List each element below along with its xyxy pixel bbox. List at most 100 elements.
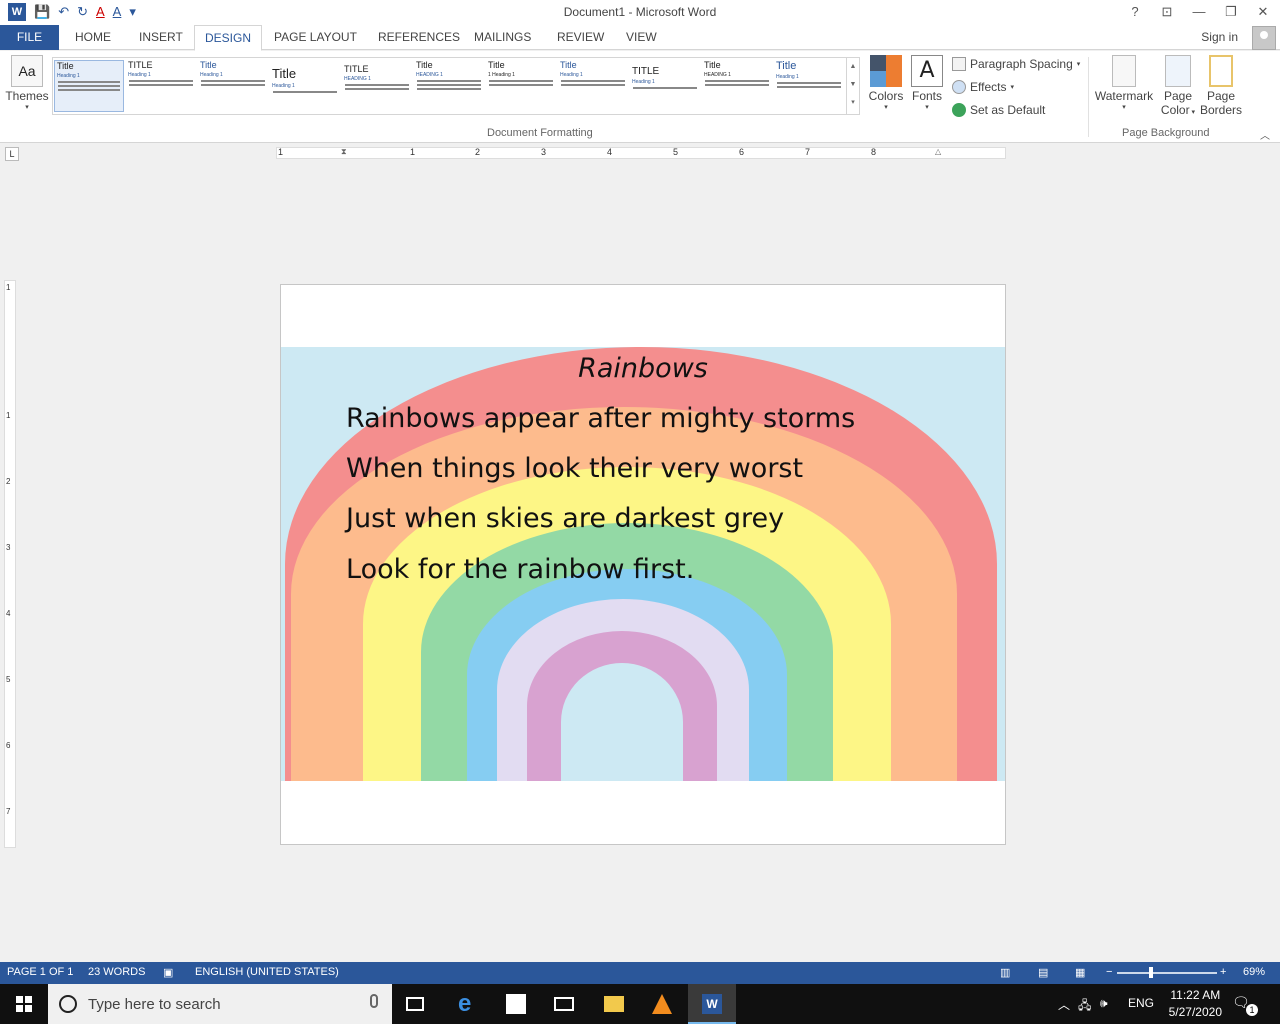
word-count[interactable]: 23 WORDS [88, 966, 145, 978]
ruler-number: 7 [805, 147, 811, 157]
page-count[interactable]: PAGE 1 OF 1 [7, 966, 73, 978]
zoom-slider-thumb[interactable] [1149, 967, 1153, 978]
style-set-thumb[interactable]: Title Heading 1 [54, 60, 124, 112]
tab-review[interactable]: REVIEW [547, 25, 614, 50]
minimize-icon[interactable]: — [1188, 3, 1210, 21]
style-set-thumb[interactable]: TITLE HEADING 1 [342, 60, 412, 112]
web-layout-icon[interactable]: ▦ [1075, 966, 1085, 979]
gallery-more-icon[interactable]: ▾ [847, 94, 859, 112]
chevron-up-icon[interactable]: ︿ [1058, 996, 1070, 1013]
windows-taskbar: Type here to search e W ︿ 🖧 🕪 ENG 11:22 … [0, 984, 1280, 1024]
ruler-number: 6 [6, 741, 11, 750]
page-borders-button[interactable]: Page Borders [1200, 55, 1242, 117]
watermark-icon [1112, 55, 1136, 87]
tab-mailings[interactable]: MAILINGS [464, 25, 541, 50]
system-tray: ︿ 🖧 🕪 ENG 11:22 AM 5/27/2020 🗨 1 [1050, 984, 1280, 1024]
tab-page-layout[interactable]: PAGE LAYOUT [264, 25, 367, 50]
left-indent-marker[interactable]: ⧗ [341, 147, 347, 157]
group-label-page-background: Page Background [1122, 127, 1210, 139]
edge-icon[interactable]: e [444, 984, 492, 1024]
fonts-icon: A [911, 55, 943, 87]
watermark-button[interactable]: Watermark ▾ [1094, 55, 1154, 111]
file-explorer-icon[interactable] [590, 984, 638, 1024]
clock[interactable]: 11:22 AM 5/27/2020 [1169, 987, 1222, 1021]
gallery-up-icon[interactable]: ▲ [847, 58, 859, 76]
taskbar-search[interactable]: Type here to search [48, 984, 392, 1024]
zoom-in-button[interactable]: + [1220, 966, 1226, 978]
effects-button[interactable]: Effects ▾ [952, 80, 1014, 94]
clock-time: 11:22 AM [1170, 988, 1221, 1002]
colors-icon [870, 55, 902, 87]
chevron-down-icon: ▾ [1076, 61, 1081, 68]
zoom-level[interactable]: 69% [1243, 966, 1265, 978]
ribbon-display-options-icon[interactable]: ⊡ [1156, 3, 1178, 21]
checkmark-icon [952, 103, 966, 117]
ruler-number: 5 [6, 675, 11, 684]
tab-file[interactable]: FILE [0, 25, 59, 50]
zoom-slider[interactable] [1117, 972, 1217, 974]
themes-label: Themes [5, 89, 49, 103]
group-label-document-formatting: Document Formatting [487, 127, 593, 139]
tab-selector[interactable]: L [5, 147, 19, 161]
tab-design[interactable]: DESIGN [194, 25, 263, 51]
horizontal-ruler[interactable]: 1 1 2 3 4 5 6 7 8 ⧗ △ [276, 147, 1006, 159]
style-set-thumb[interactable]: Title Heading 1 [198, 60, 268, 112]
page-color-button[interactable]: Page Color ▾ [1156, 55, 1200, 117]
style-set-thumb[interactable]: TITLE Heading 1 [126, 60, 196, 112]
themes-icon: Aa [11, 55, 43, 87]
paragraph-spacing-button[interactable]: Paragraph Spacing ▾ [952, 57, 1080, 71]
start-button[interactable] [0, 984, 48, 1024]
document-workspace: Rainbows Rainbows appear after mighty st… [0, 165, 1280, 962]
mail-icon[interactable] [540, 984, 588, 1024]
style-set-thumb[interactable]: Title Heading 1 [270, 60, 340, 112]
tab-home[interactable]: HOME [65, 25, 121, 50]
themes-button[interactable]: Aa Themes ▾ [4, 55, 50, 111]
avatar[interactable] [1252, 26, 1276, 50]
ruler-number: 4 [6, 609, 11, 618]
poem-text[interactable]: Rainbows Rainbows appear after mighty st… [281, 347, 1005, 781]
restore-icon[interactable]: ❐ [1220, 3, 1242, 21]
style-set-thumb[interactable]: Title 1 Heading 1 [486, 60, 556, 112]
window-controls: ? ⊡ — ❐ ✕ [1124, 3, 1274, 21]
effects-icon [952, 80, 966, 94]
clock-date: 5/27/2020 [1168, 1005, 1222, 1019]
fonts-button[interactable]: A Fonts ▾ [908, 55, 946, 111]
close-icon[interactable]: ✕ [1252, 3, 1274, 21]
style-set-thumb[interactable]: TITLE Heading 1 [630, 60, 700, 112]
tab-view[interactable]: VIEW [616, 25, 667, 50]
vertical-ruler[interactable]: 1 1 2 3 4 5 6 7 [4, 280, 16, 848]
microphone-icon[interactable] [370, 994, 378, 1008]
ruler-number: 2 [6, 477, 11, 486]
proofing-icon[interactable]: ▣ [163, 966, 173, 979]
tab-references[interactable]: REFERENCES [368, 25, 470, 50]
volume-icon[interactable]: 🕪 [1100, 996, 1108, 1011]
ruler-number: 1 [6, 283, 11, 292]
store-icon[interactable] [492, 984, 540, 1024]
sign-in-link[interactable]: Sign in [1201, 30, 1238, 44]
page-borders-icon [1209, 55, 1233, 87]
help-icon[interactable]: ? [1124, 3, 1146, 21]
tab-insert[interactable]: INSERT [129, 25, 193, 50]
style-set-thumb[interactable]: Title HEADING 1 [702, 60, 772, 112]
style-set-thumb[interactable]: Title HEADING 1 [414, 60, 484, 112]
language-status[interactable]: ENGLISH (UNITED STATES) [195, 966, 339, 978]
zoom-out-button[interactable]: − [1106, 966, 1112, 978]
task-view-icon[interactable] [392, 984, 440, 1024]
colors-button[interactable]: Colors ▾ [866, 55, 906, 111]
network-icon[interactable]: 🖧 [1078, 996, 1091, 1017]
right-indent-marker[interactable]: △ [935, 147, 941, 156]
input-language[interactable]: ENG [1128, 996, 1154, 1010]
print-layout-icon[interactable]: ▤ [1038, 966, 1048, 979]
style-set-thumb[interactable]: Title Heading 1 [774, 60, 844, 112]
chevron-down-icon: ▾ [1122, 104, 1126, 111]
document-page[interactable]: Rainbows Rainbows appear after mighty st… [280, 284, 1006, 845]
collapse-ribbon-icon[interactable]: ︿ [1260, 127, 1270, 142]
word-taskbar-icon[interactable]: W [688, 984, 736, 1024]
ribbon-tabs: FILE HOME INSERT DESIGN PAGE LAYOUT REFE… [0, 25, 1280, 51]
set-as-default-button[interactable]: Set as Default [952, 103, 1045, 117]
style-set-thumb[interactable]: Title Heading 1 [558, 60, 628, 112]
vlc-icon[interactable] [638, 984, 686, 1024]
read-mode-icon[interactable]: ▥ [1000, 966, 1010, 979]
set-as-default-label: Set as Default [970, 103, 1046, 117]
gallery-down-icon[interactable]: ▼ [847, 76, 859, 94]
